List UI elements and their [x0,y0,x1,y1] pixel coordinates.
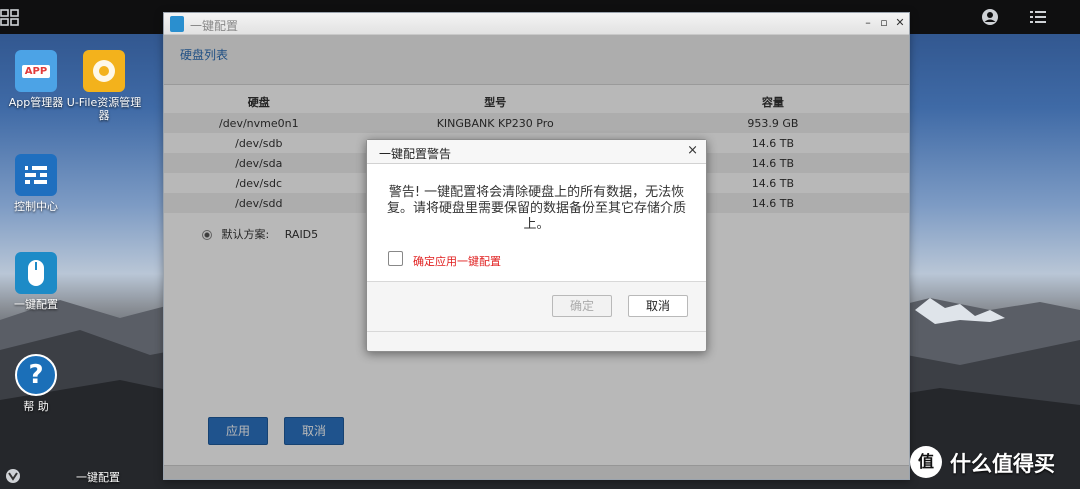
maximize-icon[interactable]: ▫ [878,17,890,29]
close-icon[interactable]: ✕ [894,17,906,29]
app-manager-icon: APP [15,50,57,92]
window-titlebar[interactable]: 一键配置 – ▫ ✕ [164,13,909,35]
ok-button[interactable]: 确定 [552,295,612,317]
dialog-body: 警告! 一键配置将会清除硬盘上的所有数据，无法恢复。请将硬盘里需要保留的数据备份… [367,164,706,282]
desktop-icon-label: 一键配置 [14,298,58,311]
watermark-text: 什么值得买 [950,452,1055,476]
minimize-icon[interactable]: – [862,17,874,29]
confirm-checkbox-label[interactable]: 确定应用一键配置 [413,253,501,269]
user-account-icon[interactable] [980,7,1000,27]
confirm-checkbox[interactable] [388,251,403,266]
dialog-cancel-button[interactable]: 取消 [628,295,688,317]
watermark-logo-icon: 值 [910,446,942,478]
taskbar-start-icon[interactable] [5,468,21,484]
control-panel-icon [15,154,57,196]
mouse-icon [15,252,57,294]
close-icon[interactable]: × [687,143,698,158]
dialog-titlebar[interactable]: 一键配置警告 × [367,140,706,164]
desktop-icon-ufile[interactable]: U-File资源管理器 [64,50,144,122]
apps-grid-icon[interactable] [0,7,20,27]
folder-icon [83,50,125,92]
window-app-icon [170,16,184,32]
help-icon: ? [15,354,57,396]
desktop-icon-one-click-config[interactable]: 一键配置 [0,252,76,311]
warning-dialog: 一键配置警告 × 警告! 一键配置将会清除硬盘上的所有数据，无法恢复。请将硬盘里… [366,139,707,352]
dialog-footer: 确定 取消 [367,282,706,332]
window-title: 一键配置 [190,19,239,33]
watermark: 值 什么值得买 [910,444,1070,478]
desktop-icon-label: 控制中心 [14,200,58,213]
taskbar-app-label[interactable]: 一键配置 [76,469,120,485]
task-list-icon[interactable] [1028,7,1048,27]
dialog-title: 一键配置警告 [379,147,452,161]
desktop-icon-label: 帮 助 [23,400,49,413]
desktop-icon-label: U-File资源管理器 [66,96,142,122]
desktop-icon-help[interactable]: ? 帮 助 [0,354,76,413]
warning-message: 警告! 一键配置将会清除硬盘上的所有数据，无法恢复。请将硬盘里需要保留的数据备份… [386,185,686,232]
desktop-icon-control-center[interactable]: 控制中心 [0,154,76,213]
